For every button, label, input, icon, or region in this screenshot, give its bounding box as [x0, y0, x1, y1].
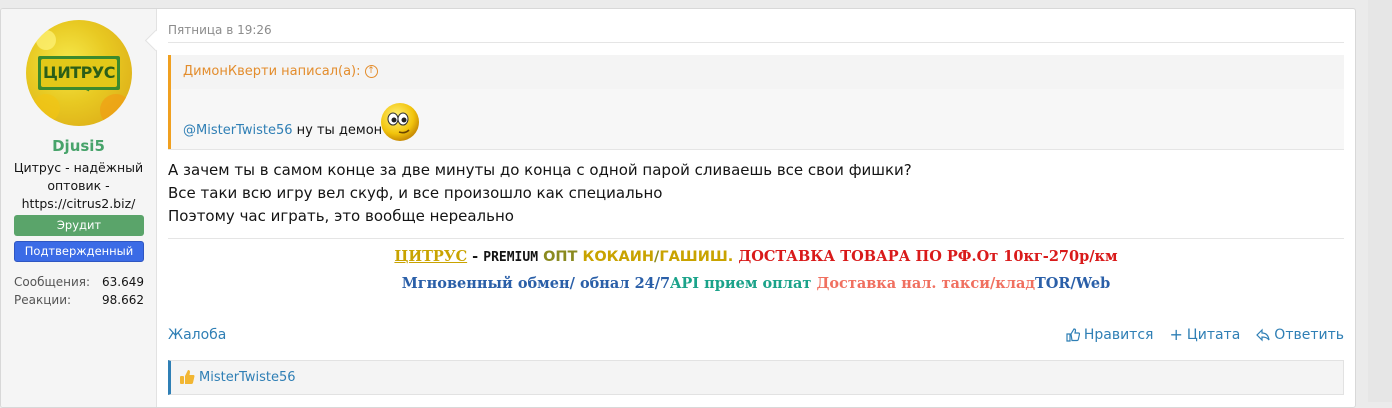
- avatar-label: ЦИТРУС: [43, 63, 115, 82]
- signature-text: -: [467, 248, 484, 265]
- like-label: Нравится: [1083, 327, 1154, 343]
- signature-divider: [168, 238, 1344, 239]
- like-button[interactable]: Нравится: [1066, 327, 1154, 343]
- post-actions-right: Нравится + Цитата Ответить: [1066, 327, 1344, 343]
- username[interactable]: Djusi5: [1, 137, 156, 155]
- stat-reactions: Реакции: 98.662: [14, 293, 144, 307]
- signature-text: ДОСТАВКА ТОВАРА ПО РФ.От 10кг-270р/км: [733, 248, 1118, 265]
- message-line: Все таки всю игру вел скуф, и все произо…: [168, 184, 663, 202]
- divider: [168, 42, 1344, 43]
- signature-text: Доставка нал. такси/клад: [811, 275, 1036, 292]
- reaction-user[interactable]: MisterTwiste56: [199, 370, 295, 385]
- signature-text: ОПТ: [538, 249, 583, 265]
- scrollbar[interactable]: [1368, 0, 1392, 402]
- plus-icon: +: [1169, 325, 1183, 344]
- reply-icon: [1256, 328, 1270, 342]
- signature-text: TOR/Web: [1035, 275, 1111, 292]
- quote-button[interactable]: + Цитата: [1169, 325, 1241, 344]
- thumbs-up-icon: [1066, 328, 1080, 342]
- report-link[interactable]: Жалоба: [168, 327, 226, 343]
- arrow-up-icon[interactable]: ↑: [364, 65, 378, 78]
- message-line: Поэтому час играть, это вообще нереально: [168, 207, 514, 225]
- avatar[interactable]: ЦИТРУС: [26, 20, 132, 126]
- signature-text: Мгновенный обмен/ обнал 24/7: [401, 275, 671, 292]
- stat-messages-label: Сообщения:: [14, 275, 91, 289]
- banner-erudite: Эрудит: [14, 215, 144, 236]
- signature-link-citrus[interactable]: ЦИТРУС: [394, 248, 467, 265]
- signature-text: API прием оплат: [670, 275, 812, 292]
- quote-author[interactable]: ДимонКверти написал(а): ↑: [183, 64, 378, 79]
- signature-row-1: ЦИТРУС - PREMIUM ОПТ КОКАИН/ГАШИШ. ДОСТА…: [168, 245, 1344, 270]
- signature-text: PREMIUM: [483, 250, 539, 265]
- banner-verified: Подтвержденный: [14, 241, 144, 262]
- smiley-icon: [381, 103, 419, 141]
- stat-messages: Сообщения: 63.649: [14, 275, 144, 289]
- user-title: Цитрус - надёжный оптовик - https://citr…: [13, 160, 144, 211]
- quote-text: ну ты демон: [292, 123, 383, 138]
- stat-reactions-value: 98.662: [102, 293, 144, 307]
- quote-block: ДимонКверти написал(а): ↑ @MisterTwiste56…: [168, 55, 1344, 149]
- thumbs-up-reaction-icon: [180, 370, 195, 384]
- quote-header: ДимонКверти написал(а): ↑: [171, 55, 1344, 89]
- post-container: ЦИТРУС Djusi5 Цитрус - надёжный оптовик …: [0, 8, 1356, 408]
- quote-body: @MisterTwiste56 ну ты демон: [183, 123, 382, 138]
- signature-text: ГАШИШ.: [659, 249, 734, 265]
- stat-reactions-label: Реакции:: [14, 293, 72, 307]
- divider: [168, 149, 1344, 150]
- message-body: А зачем ты в самом конце за две минуты д…: [168, 159, 912, 228]
- stat-messages-value: 63.649: [102, 275, 144, 289]
- signature-text: КОКАИН: [582, 249, 655, 265]
- quote-mention[interactable]: @MisterTwiste56: [183, 123, 292, 138]
- quote-label: Цитата: [1186, 327, 1241, 343]
- signature: ЦИТРУС - PREMIUM ОПТ КОКАИН/ГАШИШ. ДОСТА…: [168, 245, 1344, 297]
- signature-row-2: Мгновенный обмен/ обнал 24/7API прием оп…: [168, 271, 1344, 297]
- user-info-column: ЦИТРУС Djusi5 Цитрус - надёжный оптовик …: [1, 9, 157, 407]
- message-line: А зачем ты в самом конце за две минуты д…: [168, 161, 912, 179]
- reactions-bar: MisterTwiste56: [168, 360, 1344, 395]
- reply-label: Ответить: [1274, 327, 1344, 343]
- reply-button[interactable]: Ответить: [1256, 327, 1344, 343]
- post-date[interactable]: Пятница в 19:26: [168, 23, 272, 37]
- quote-author-text: ДимонКверти написал(а):: [183, 64, 361, 79]
